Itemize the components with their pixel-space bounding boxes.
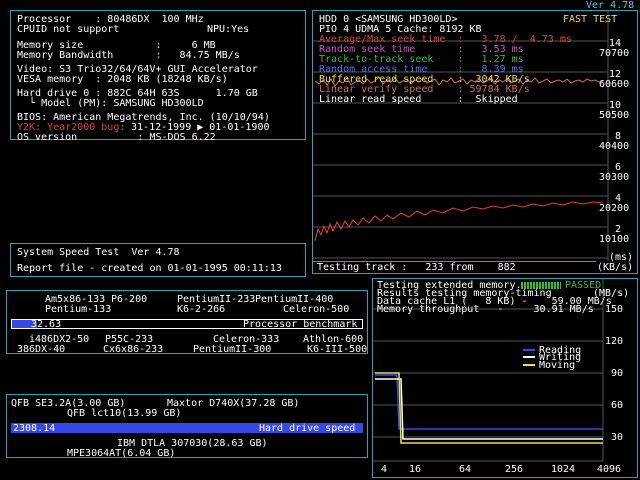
linear-read-line: Linear read speed : Skipped [319, 94, 518, 105]
legend-moving: Moving [539, 360, 576, 371]
speed-test-panel: System Speed Test Ver 4.78 Report file -… [10, 243, 306, 277]
kbs-tick: 30300 [599, 172, 630, 183]
mem-y-tick: 120 [605, 336, 624, 347]
writing-curve [375, 378, 603, 440]
mem-y-tick: 30 [611, 432, 624, 443]
hdd-model-line: └ Model (PM): SAMSUNG HD300LD [17, 98, 204, 109]
cpu-ref-label: Pentium-133 [45, 304, 112, 315]
kbs-tick: 10100 [599, 234, 630, 245]
cpu-ref-label: Cx6x86-233 [103, 344, 164, 355]
mem-x-tick: 4 [381, 464, 388, 475]
kbs-tick: 40400 [599, 141, 630, 152]
kbs-tick: 20200 [599, 203, 630, 214]
npu-line: NPU:Yes [207, 24, 250, 35]
cpu-ref-label: 386DX-40 [17, 344, 66, 355]
reading-curve [375, 374, 603, 430]
cpu-score: 32.63 [31, 319, 62, 330]
system-info-panel: Processor : 80486DX 100 MHz CPUID not su… [10, 10, 306, 143]
fast-test-label: FAST TEST [563, 14, 618, 25]
mem-y-tick: 90 [611, 368, 624, 379]
cpu-ref-label: PentiumII-300 [193, 344, 272, 355]
cpu-ref-label: K6-2-266 [177, 304, 226, 315]
mem-x-tick: 256 [505, 464, 524, 475]
cpu-ref-label: K6-III-500 [307, 344, 368, 355]
speed-test-title: System Speed Test Ver 4.78 [17, 247, 180, 258]
memory-panel: Testing extended memory... PASSED Result… [372, 278, 638, 478]
mem-x-tick: 64 [459, 464, 472, 475]
mem-throughput-line: Memory throughput - 30.91 MB/s [377, 304, 594, 315]
testing-track-line: Testing track : 233 from 882 [317, 262, 516, 273]
mem-y-tick: 60 [611, 400, 624, 411]
kbs-unit: (KB/s) [597, 262, 634, 273]
kbs-tick: 70700 [599, 48, 630, 59]
disk-ref-label: Maxtor D740X(37.28 GB) [167, 398, 300, 409]
disk-bench-label: Hard drive speed [259, 423, 356, 434]
mem-x-tick: 16 [409, 464, 422, 475]
report-file-line: Report file - created on 01-01-1995 00:1… [17, 263, 282, 274]
cpu-benchmark-panel: Am5x86-133 P6-200 PentiumII-233 PentiumI… [6, 290, 368, 355]
cpu-ref-label: P6-200 [111, 294, 148, 305]
cpu-ref-label: Celeron-500 [283, 304, 350, 315]
mem-x-tick: 4096 [597, 464, 622, 475]
disk-ref-label: QFB lct10(13.99 GB) [67, 408, 182, 419]
access-time-curve [314, 201, 604, 242]
mem-y-tick: 150 [605, 304, 624, 315]
vesa-line: VESA memory : 2048 KB (18248 KB/s) [17, 74, 228, 85]
disk-score: 2308.14 [13, 423, 56, 434]
kbs-tick: 50500 [599, 110, 630, 121]
os-line: OS version : MS-DOS 6.22 [17, 132, 216, 143]
cpu-bench-label: Processor benchmark [243, 319, 358, 330]
hdd-panel: HDD 0 <SAMSUNG HD300LD> FAST TEST PIO 4 … [312, 10, 638, 274]
mem-x-tick: 1024 [551, 464, 576, 475]
moving-curve [375, 372, 603, 444]
cpuid-line: CPUID not support [17, 24, 120, 35]
kbs-tick: 60600 [599, 79, 630, 90]
disk-benchmark-panel: QFB SE3.2A(3.00 GB) Maxtor D740X(37.28 G… [6, 394, 368, 459]
memory-bandwidth-line: Memory Bandwidth : 84.75 MB/s [17, 50, 240, 61]
disk-ref-label: MPE3064AT(6.04 GB) [67, 448, 176, 459]
